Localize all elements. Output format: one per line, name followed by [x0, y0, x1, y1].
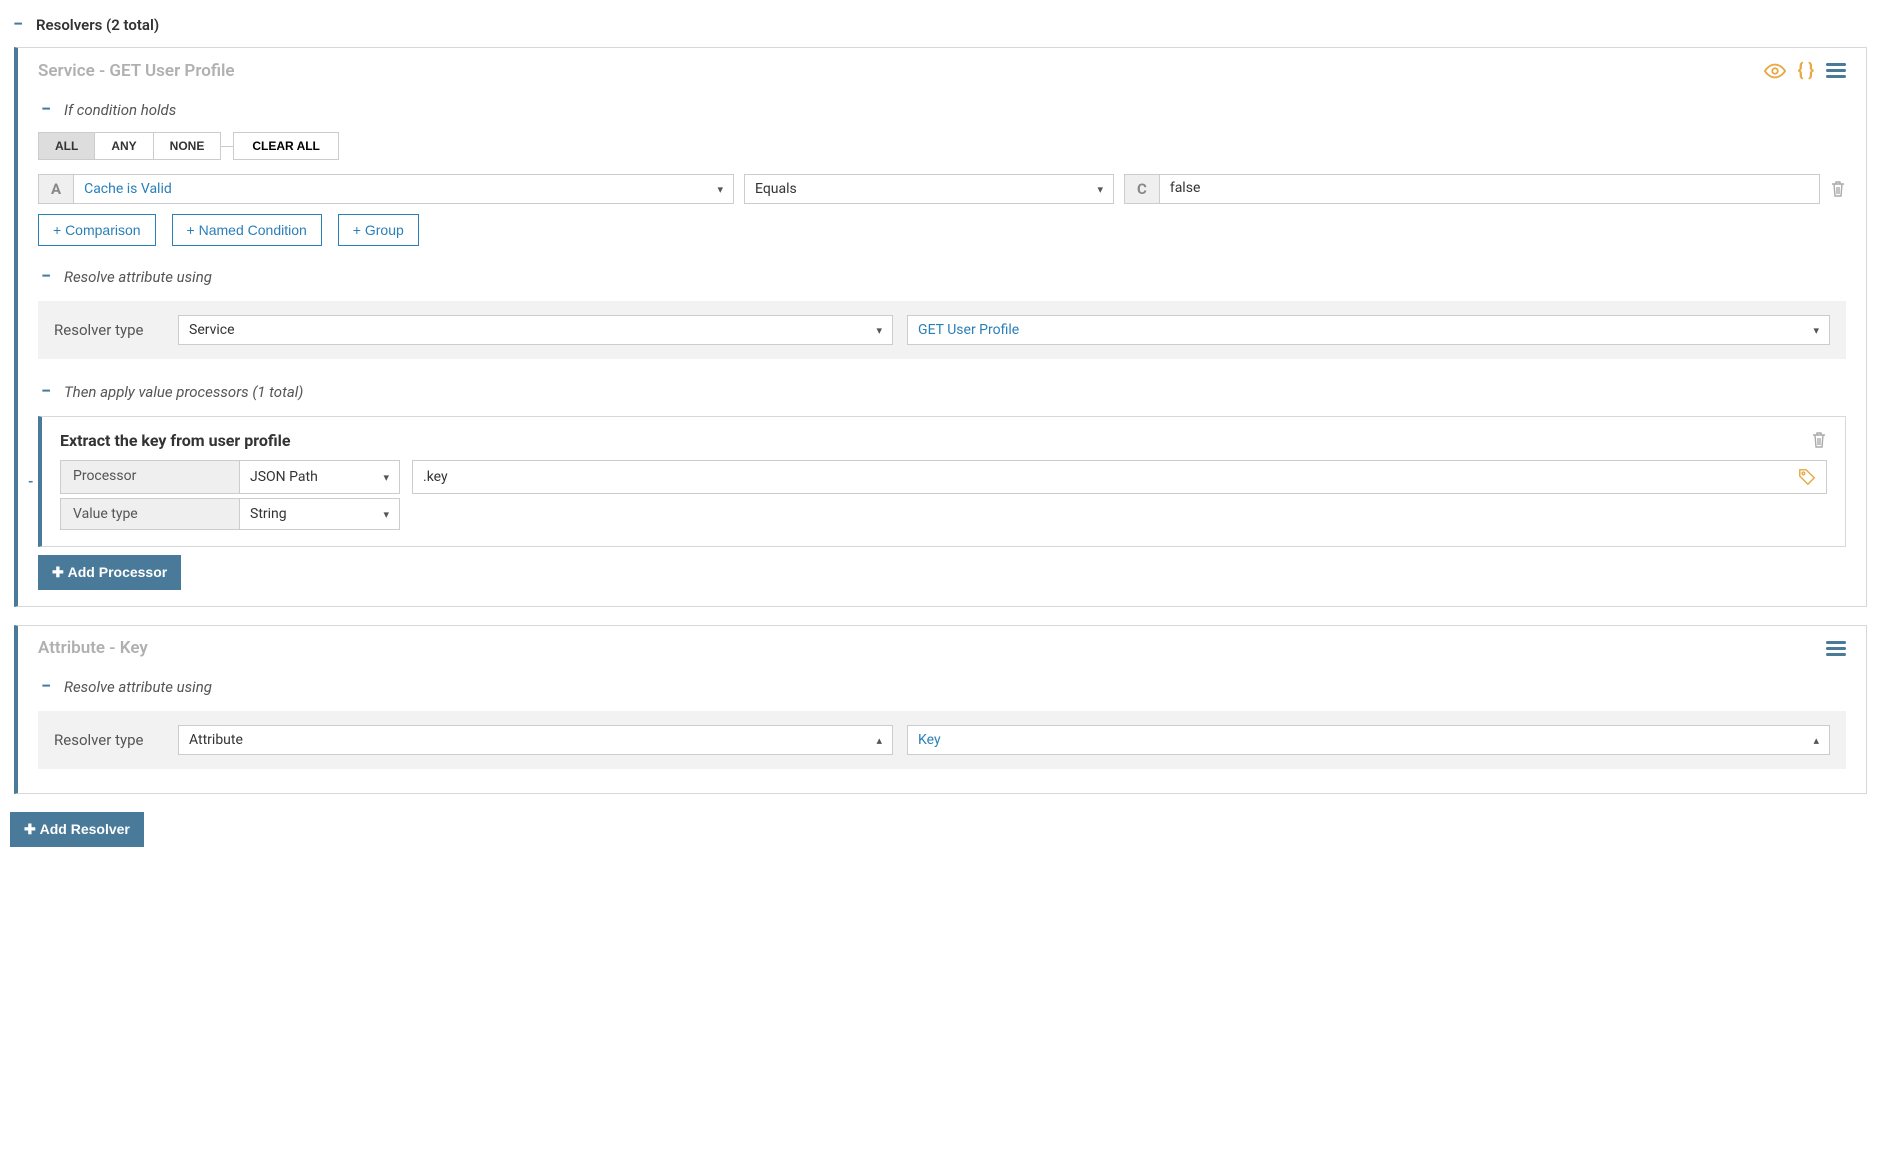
resolver-target-dropdown[interactable]: GET User Profile	[907, 315, 1830, 345]
resolver-card-2: Attribute - Key − Resolve attribute usin…	[14, 625, 1867, 794]
json-path-input[interactable]: .key	[412, 460, 1827, 494]
collapse-processor-icon[interactable]: -	[28, 474, 34, 490]
logic-none-button[interactable]: NONE	[154, 132, 222, 160]
processor-label: Processor	[60, 460, 240, 494]
add-named-condition-button[interactable]: + Named Condition	[172, 214, 322, 246]
resolve-header: Resolve attribute using	[64, 268, 212, 286]
resolve-panel: Resolver type Service GET User Profile	[38, 301, 1846, 359]
logic-group: ALL ANY NONE	[38, 132, 221, 160]
operator-dropdown[interactable]: Equals	[744, 174, 1114, 204]
chevron-down-icon	[717, 181, 723, 197]
processors-header: Then apply value processors (1 total)	[64, 383, 303, 401]
tag-icon[interactable]	[1798, 468, 1816, 486]
resolver2-type-label: Resolver type	[54, 731, 164, 749]
add-resolver-button[interactable]: ✚ Add Resolver	[10, 812, 144, 847]
add-processor-button[interactable]: ✚ Add Processor	[38, 555, 181, 590]
resolver2-target-dropdown[interactable]: Key	[907, 725, 1830, 755]
menu-icon[interactable]	[1826, 63, 1846, 78]
value-type-value: String	[250, 506, 287, 522]
operator-value: Equals	[755, 181, 797, 197]
braces-icon[interactable]: { }	[1798, 60, 1814, 81]
resolver-type-label: Resolver type	[54, 321, 164, 339]
trash-icon[interactable]	[1830, 174, 1846, 204]
chevron-down-icon	[383, 469, 389, 485]
collapse-condition-icon[interactable]: −	[38, 99, 54, 120]
resolver2-type-dropdown[interactable]: Attribute	[178, 725, 893, 755]
attribute-a-dropdown[interactable]: Cache is Valid	[74, 174, 734, 204]
badge-c: C	[1124, 174, 1160, 204]
resolvers-title: Resolvers (2 total)	[36, 16, 159, 34]
chevron-up-icon	[1813, 732, 1819, 748]
plus-icon: ✚	[52, 564, 68, 580]
chevron-down-icon	[383, 506, 389, 522]
collapse-processors-icon[interactable]: −	[38, 381, 54, 402]
resolver2-target-value: Key	[918, 732, 941, 748]
processor-type-value: JSON Path	[250, 469, 318, 485]
menu-icon[interactable]	[1826, 641, 1846, 656]
chevron-up-icon	[877, 732, 883, 748]
resolver-2-title: Attribute - Key	[38, 638, 148, 658]
resolver-1-title: Service - GET User Profile	[38, 61, 235, 81]
trash-icon[interactable]	[1811, 431, 1827, 449]
connector-line	[221, 146, 233, 147]
badge-a: A	[38, 174, 74, 204]
json-path-value: .key	[423, 469, 448, 485]
resolver-target-value: GET User Profile	[918, 322, 1019, 338]
clear-all-button[interactable]: CLEAR ALL	[233, 132, 339, 160]
logic-any-button[interactable]: ANY	[95, 132, 153, 160]
value-c-text: false	[1170, 180, 1201, 196]
processor-card: - Extract the key from user profile Proc…	[38, 416, 1846, 547]
add-group-button[interactable]: + Group	[338, 214, 419, 246]
resolver-type-dropdown[interactable]: Service	[178, 315, 893, 345]
collapse-resolvers-icon[interactable]: −	[10, 14, 26, 35]
plus-icon: ✚	[24, 821, 40, 837]
resolvers-section-header: − Resolvers (2 total)	[10, 10, 1867, 39]
resolve2-panel: Resolver type Attribute Key	[38, 711, 1846, 769]
processor-type-dropdown[interactable]: JSON Path	[240, 460, 400, 494]
resolver-type-value: Service	[189, 322, 235, 338]
logic-all-button[interactable]: ALL	[38, 132, 95, 160]
attribute-a-value: Cache is Valid	[84, 181, 172, 197]
processor-title: Extract the key from user profile	[60, 431, 1827, 450]
condition-header: If condition holds	[64, 101, 176, 119]
resolve2-header: Resolve attribute using	[64, 678, 212, 696]
resolver-card-1: Service - GET User Profile { } − If cond…	[14, 47, 1867, 607]
eye-icon[interactable]	[1764, 62, 1786, 78]
add-comparison-button[interactable]: + Comparison	[38, 214, 156, 246]
value-type-dropdown[interactable]: String	[240, 498, 400, 530]
value-type-label: Value type	[60, 498, 240, 530]
collapse-resolve2-icon[interactable]: −	[38, 676, 54, 697]
chevron-down-icon	[1813, 322, 1819, 338]
value-c-input[interactable]: false	[1160, 174, 1820, 204]
resolver2-type-value: Attribute	[189, 732, 243, 748]
collapse-resolve-icon[interactable]: −	[38, 266, 54, 287]
chevron-down-icon	[877, 322, 883, 338]
chevron-down-icon	[1097, 181, 1103, 197]
